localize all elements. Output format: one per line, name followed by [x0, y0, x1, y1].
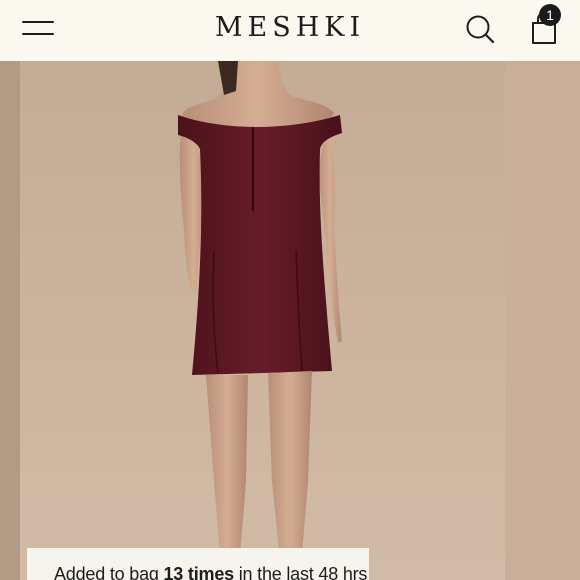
cart-count-badge: 1: [539, 4, 561, 26]
banner-prefix: Added to bag: [54, 564, 164, 580]
product-image[interactable]: [0, 61, 580, 580]
search-button[interactable]: [462, 11, 498, 47]
banner-count: 13 times: [163, 564, 235, 580]
site-header: MESHKI 1: [0, 0, 580, 61]
search-icon: [466, 15, 495, 44]
social-proof-banner: Added to bag 13 times in the last 48 hrs: [27, 548, 369, 580]
product-photo: [0, 61, 580, 580]
banner-suffix: in the last 48 hrs: [233, 564, 368, 580]
